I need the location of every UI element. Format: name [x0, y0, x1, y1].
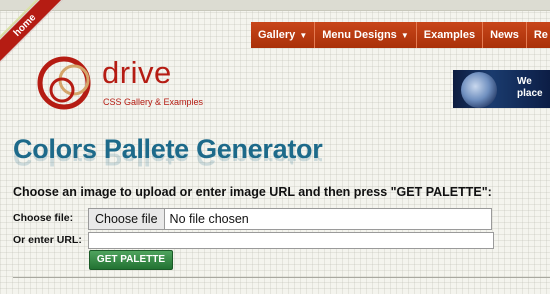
- instructions-text: Choose an image to upload or enter image…: [13, 185, 492, 199]
- chevron-down-icon: ▼: [400, 31, 409, 40]
- nav-item-more[interactable]: Re: [526, 22, 550, 48]
- nav-item-menu-designs[interactable]: Menu Designs ▼: [315, 22, 417, 48]
- file-input[interactable]: Choose file No file chosen: [88, 208, 492, 230]
- logo-name: drive: [102, 55, 172, 90]
- top-bar: [0, 0, 550, 11]
- url-label: Or enter URL:: [13, 234, 82, 246]
- nav-item-label: News: [490, 29, 519, 41]
- globe-icon: [461, 72, 497, 108]
- page-title-reflection: Colors Pallete Generator: [13, 151, 323, 171]
- get-palette-button[interactable]: GET PALETTE: [89, 250, 173, 270]
- logo-tagline: CSS Gallery & Examples: [103, 97, 204, 107]
- choose-file-button[interactable]: Choose file: [89, 209, 165, 229]
- logo-mark-icon[interactable]: [36, 52, 108, 114]
- ad-banner[interactable]: We place: [453, 70, 550, 108]
- nav-item-examples[interactable]: Examples: [416, 22, 484, 48]
- nav-item-gallery[interactable]: Gallery ▼: [251, 22, 316, 48]
- nav-item-label: Gallery: [258, 29, 296, 41]
- url-input[interactable]: [88, 232, 494, 249]
- divider: [13, 277, 550, 278]
- chevron-down-icon: ▼: [299, 31, 308, 40]
- banner-text: We place: [517, 76, 543, 100]
- nav-item-news[interactable]: News: [483, 22, 527, 48]
- nav-item-label: Menu Designs: [322, 29, 397, 41]
- file-status: No file chosen: [169, 212, 249, 226]
- main-nav: Gallery ▼ Menu Designs ▼ Examples News Re: [251, 22, 550, 48]
- nav-item-label: Examples: [423, 29, 476, 41]
- banner-line-2: place: [517, 88, 543, 99]
- nav-item-label: Re: [533, 29, 548, 41]
- banner-line-1: We: [517, 76, 532, 87]
- file-label: Choose file:: [13, 212, 74, 224]
